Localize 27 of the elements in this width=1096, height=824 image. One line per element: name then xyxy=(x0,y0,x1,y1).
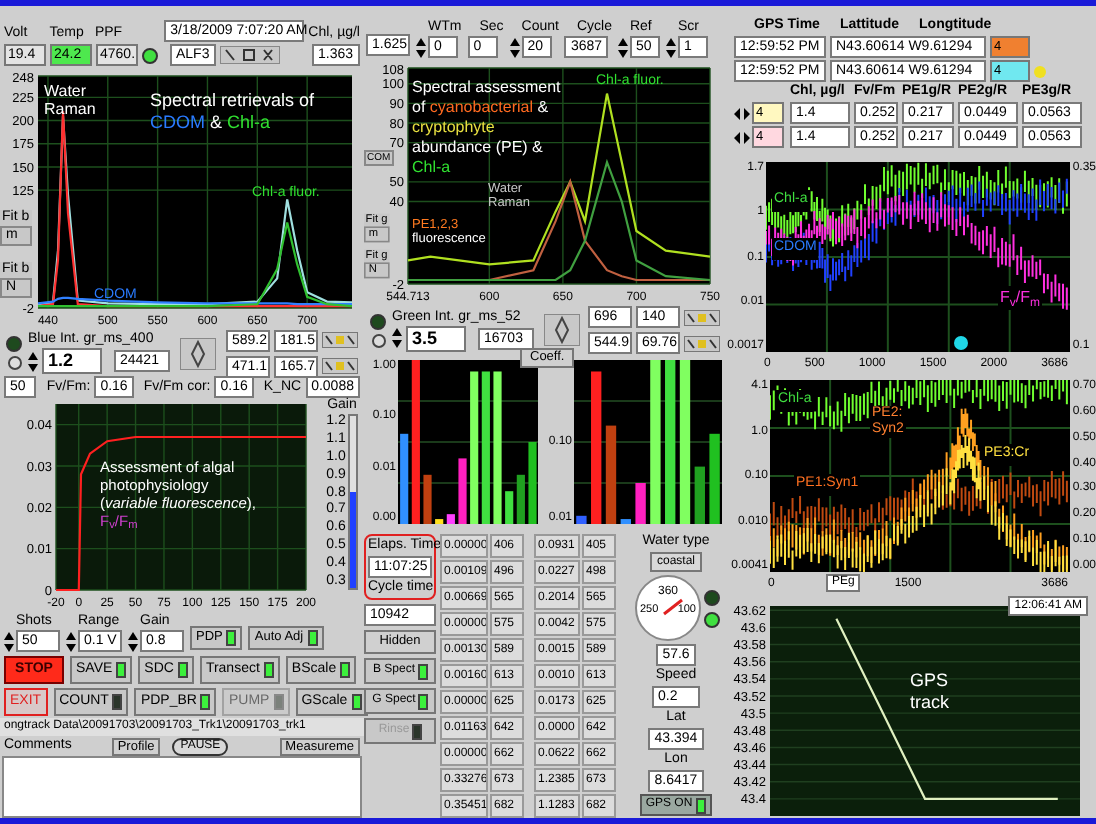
spinner-arrows-icon[interactable] xyxy=(128,631,138,651)
spinner-arrows-icon[interactable] xyxy=(66,631,76,651)
color-swatch-icon[interactable] xyxy=(684,309,720,325)
number-field[interactable]: 1.2 xyxy=(42,348,102,374)
chart-caption: GPS track xyxy=(910,670,950,714)
chart-caption: Spectral assessment of cyanobacterial & cryptophyte abundance (PE) & Chl-a xyxy=(412,78,561,178)
color-swatch-icon[interactable] xyxy=(322,332,358,348)
toolbar-icons[interactable] xyxy=(219,46,280,64)
radio-ring-icon[interactable] xyxy=(7,356,21,370)
comments-field[interactable] xyxy=(2,756,362,818)
gain-slider[interactable] xyxy=(347,414,358,590)
arrows-icon[interactable] xyxy=(734,107,750,119)
arrows-icon[interactable] xyxy=(734,131,750,143)
chart-caption: Water Raman xyxy=(44,82,96,118)
spinner-arrows-icon[interactable] xyxy=(28,351,38,371)
number-field[interactable]: 3.5 xyxy=(406,325,466,351)
spinner-arrows-icon[interactable] xyxy=(416,37,426,57)
color-swatch-icon[interactable] xyxy=(322,358,358,374)
spinner-arrows-icon[interactable] xyxy=(665,37,676,57)
spinner-arrows-icon[interactable] xyxy=(392,328,402,348)
chart-caption: F$_{v}$/F$_{m}$ xyxy=(998,286,1042,310)
spinner-arrows-icon[interactable] xyxy=(509,37,520,57)
spinner-arrows-icon[interactable] xyxy=(617,37,628,57)
spinner-arrows-icon[interactable] xyxy=(4,631,14,651)
radio-ring-icon[interactable] xyxy=(371,333,385,347)
chart-caption: Spectral retrievals of CDOM & Chl-a xyxy=(150,90,315,134)
color-swatch-icon[interactable] xyxy=(684,335,720,351)
